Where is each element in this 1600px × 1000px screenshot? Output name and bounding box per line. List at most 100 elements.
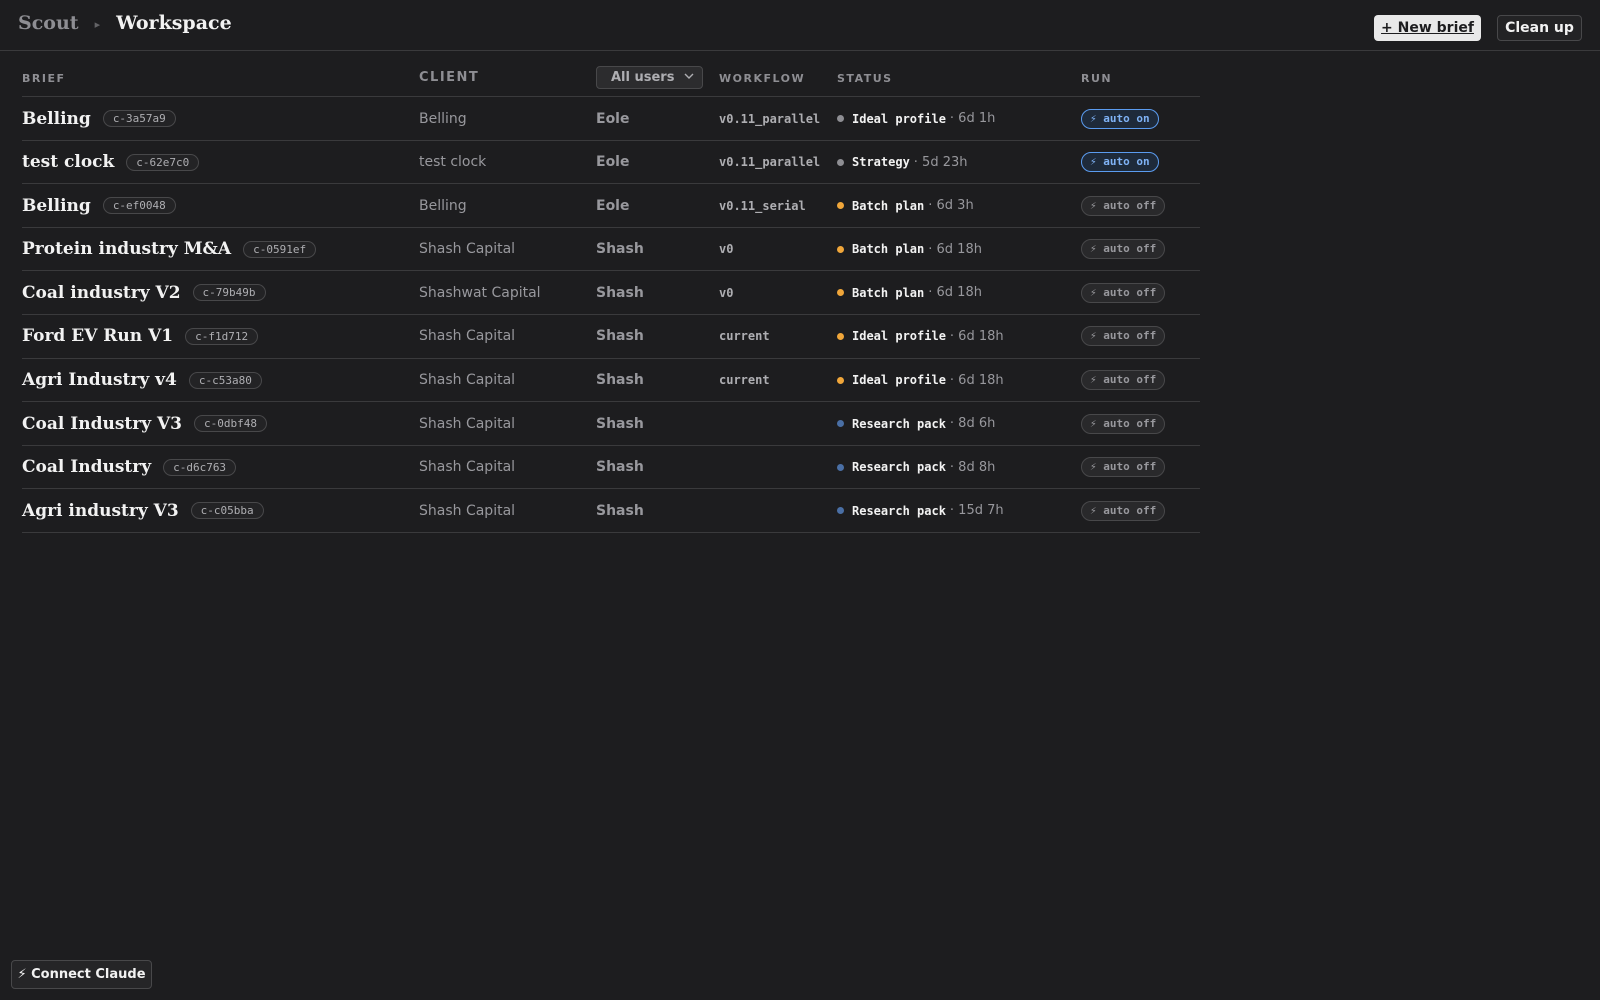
brief-title[interactable]: Protein industry M&A bbox=[22, 239, 231, 259]
run-cell: ⚡ auto off bbox=[1081, 184, 1166, 227]
brief-cell: Belling c-ef0048 bbox=[22, 184, 176, 227]
auto-run-toggle[interactable]: ⚡ auto off bbox=[1081, 457, 1166, 478]
table-row[interactable]: test clock c-62e7c0 test clock Eole v0.1… bbox=[22, 141, 1200, 185]
brief-cell: Coal industry V2 c-79b49b bbox=[22, 271, 266, 314]
column-header-client: CLIENT bbox=[419, 70, 480, 85]
user-filter-select[interactable]: All users bbox=[596, 66, 703, 89]
client-cell: Shash Capital bbox=[419, 502, 516, 519]
status-age: · 6d 3h bbox=[928, 198, 974, 214]
brief-title[interactable]: Ford EV Run V1 bbox=[22, 326, 173, 346]
workflow-cell: v0.11_parallel bbox=[719, 155, 821, 170]
status-age: · 15d 7h bbox=[949, 503, 1004, 519]
brief-cell: Agri Industry v4 c-c53a80 bbox=[22, 359, 262, 402]
status-cell: Ideal profile · 6d 18h bbox=[837, 315, 1004, 358]
brief-id-badge: c-c53a80 bbox=[188, 371, 262, 389]
auto-run-toggle[interactable]: ⚡ auto off bbox=[1081, 370, 1166, 391]
table-row[interactable]: Coal industry V2 c-79b49b Shashwat Capit… bbox=[22, 271, 1200, 315]
status-cell: Batch plan · 6d 3h bbox=[837, 184, 974, 227]
brief-id-badge: c-c05bba bbox=[190, 502, 264, 520]
run-cell: ⚡ auto off bbox=[1081, 315, 1166, 358]
status-dot-icon bbox=[837, 289, 844, 297]
brief-title[interactable]: Agri Industry v4 bbox=[22, 370, 177, 390]
column-header-brief: BRIEF bbox=[22, 72, 66, 85]
status-age: · 8d 8h bbox=[949, 459, 996, 475]
status-age: · 6d 18h bbox=[949, 372, 1004, 388]
table-row[interactable]: Belling c-ef0048 Belling Eole v0.11_seri… bbox=[22, 184, 1200, 228]
brief-title[interactable]: Belling bbox=[22, 109, 91, 129]
workflow-cell: current bbox=[719, 329, 770, 344]
status-cell: Batch plan · 6d 18h bbox=[837, 271, 982, 314]
client-cell: Shash Capital bbox=[419, 328, 516, 345]
run-cell: ⚡ auto off bbox=[1081, 228, 1166, 271]
auto-run-toggle[interactable]: ⚡ auto on bbox=[1081, 108, 1159, 129]
table-row[interactable]: Ford EV Run V1 c-f1d712 Shash Capital Sh… bbox=[22, 315, 1200, 359]
table-row[interactable]: Protein industry M&A c-0591ef Shash Capi… bbox=[22, 228, 1200, 272]
table-row[interactable]: Coal Industry c-d6c763 Shash Capital Sha… bbox=[22, 446, 1200, 490]
auto-run-toggle[interactable]: ⚡ auto on bbox=[1081, 152, 1159, 173]
auto-run-toggle[interactable]: ⚡ auto off bbox=[1081, 413, 1166, 434]
status-label: Research pack bbox=[852, 416, 946, 431]
clean-up-button[interactable]: Clean up bbox=[1497, 15, 1582, 41]
brief-cell: Coal Industry V3 c-0dbf48 bbox=[22, 402, 267, 445]
run-cell: ⚡ auto off bbox=[1081, 446, 1166, 489]
user-cell: Shash bbox=[596, 241, 644, 258]
connect-claude-button[interactable]: ⚡ Connect Claude bbox=[11, 960, 152, 989]
run-cell: ⚡ auto off bbox=[1081, 271, 1166, 314]
status-label: Ideal profile bbox=[852, 373, 946, 388]
status-label: Ideal profile bbox=[852, 111, 946, 126]
status-cell: Research pack · 8d 8h bbox=[837, 446, 995, 489]
run-cell: ⚡ auto off bbox=[1081, 402, 1166, 445]
table-row[interactable]: Coal Industry V3 c-0dbf48 Shash Capital … bbox=[22, 402, 1200, 446]
brief-id-badge: c-79b49b bbox=[192, 284, 266, 302]
status-label: Batch plan bbox=[852, 198, 925, 213]
new-brief-button[interactable]: + New brief bbox=[1374, 15, 1481, 41]
table-row[interactable]: Agri industry V3 c-c05bba Shash Capital … bbox=[22, 489, 1200, 533]
user-cell: Eole bbox=[596, 197, 630, 214]
user-filter-value: All users bbox=[611, 70, 675, 85]
breadcrumb-root[interactable]: Scout bbox=[18, 12, 79, 34]
table-row[interactable]: Agri Industry v4 c-c53a80 Shash Capital … bbox=[22, 359, 1200, 403]
status-dot-icon bbox=[837, 376, 844, 384]
run-cell: ⚡ auto on bbox=[1081, 97, 1159, 140]
brief-title[interactable]: Coal Industry bbox=[22, 457, 151, 477]
workflow-cell: current bbox=[719, 373, 770, 388]
client-cell: Shash Capital bbox=[419, 459, 516, 476]
brief-id-badge: c-3a57a9 bbox=[102, 110, 176, 127]
auto-run-toggle[interactable]: ⚡ auto off bbox=[1081, 282, 1166, 303]
briefs-table: BRIEF CLIENT All users WORKFLOW STATUS R… bbox=[22, 59, 1200, 533]
chevron-down-icon bbox=[684, 73, 694, 79]
column-header-status: STATUS bbox=[837, 72, 893, 85]
user-cell: Shash bbox=[596, 415, 644, 432]
table-row[interactable]: Belling c-3a57a9 Belling Eole v0.11_para… bbox=[22, 97, 1200, 141]
client-cell: Belling bbox=[419, 197, 467, 214]
auto-run-toggle[interactable]: ⚡ auto off bbox=[1081, 500, 1166, 521]
auto-run-toggle[interactable]: ⚡ auto off bbox=[1081, 326, 1166, 347]
client-cell: Shashwat Capital bbox=[419, 284, 541, 301]
brief-title[interactable]: Coal industry V2 bbox=[22, 283, 181, 303]
breadcrumb-separator-icon: ▸ bbox=[94, 18, 101, 31]
client-cell: Belling bbox=[419, 110, 467, 127]
brief-title[interactable]: Belling bbox=[22, 196, 91, 216]
status-cell: Research pack · 15d 7h bbox=[837, 489, 1004, 532]
brief-cell: Agri industry V3 c-c05bba bbox=[22, 489, 264, 532]
status-age: · 6d 1h bbox=[949, 111, 996, 126]
brief-title[interactable]: Agri industry V3 bbox=[22, 501, 179, 521]
user-cell: Eole bbox=[596, 154, 630, 171]
brief-cell: Coal Industry c-d6c763 bbox=[22, 446, 237, 489]
brief-title[interactable]: test clock bbox=[22, 152, 114, 172]
status-age: · 6d 18h bbox=[949, 328, 1004, 344]
status-label: Research pack bbox=[852, 503, 946, 518]
status-cell: Ideal profile · 6d 18h bbox=[837, 359, 1004, 402]
client-cell: Shash Capital bbox=[419, 372, 516, 389]
run-cell: ⚡ auto on bbox=[1081, 141, 1159, 184]
user-cell: Shash bbox=[596, 459, 644, 476]
brief-title[interactable]: Coal Industry V3 bbox=[22, 414, 182, 434]
workflow-cell: v0.11_parallel bbox=[719, 111, 821, 126]
user-cell: Shash bbox=[596, 372, 644, 389]
status-cell: Batch plan · 6d 18h bbox=[837, 228, 982, 271]
auto-run-toggle[interactable]: ⚡ auto off bbox=[1081, 239, 1166, 260]
workflow-cell: v0.11_serial bbox=[719, 198, 806, 213]
client-cell: Shash Capital bbox=[419, 415, 516, 432]
auto-run-toggle[interactable]: ⚡ auto off bbox=[1081, 195, 1166, 216]
brief-cell: Ford EV Run V1 c-f1d712 bbox=[22, 315, 259, 358]
